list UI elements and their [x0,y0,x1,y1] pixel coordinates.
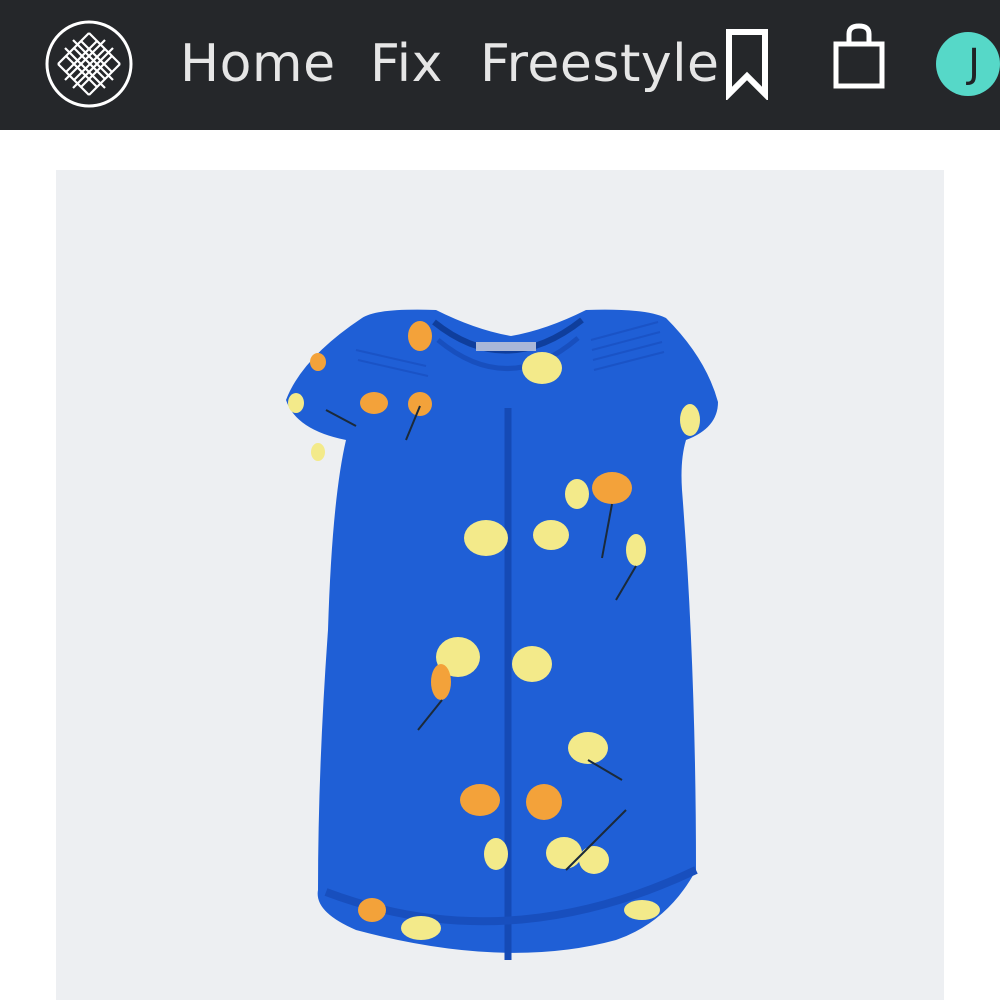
nav-home[interactable]: Home [180,28,336,100]
shopping-bag-icon[interactable] [830,22,888,92]
nav-freestyle[interactable]: Freestyle [480,28,720,100]
product-image-panel [56,170,944,1000]
top-navigation-bar: Home Fix Freestyle J [0,0,1000,130]
bookmark-icon[interactable] [722,28,772,100]
blue-floral-blouse-image[interactable] [56,170,944,1000]
user-avatar[interactable]: J [936,32,1000,96]
stitch-fix-logo-icon[interactable] [44,19,134,109]
nav-fix[interactable]: Fix [370,28,443,100]
